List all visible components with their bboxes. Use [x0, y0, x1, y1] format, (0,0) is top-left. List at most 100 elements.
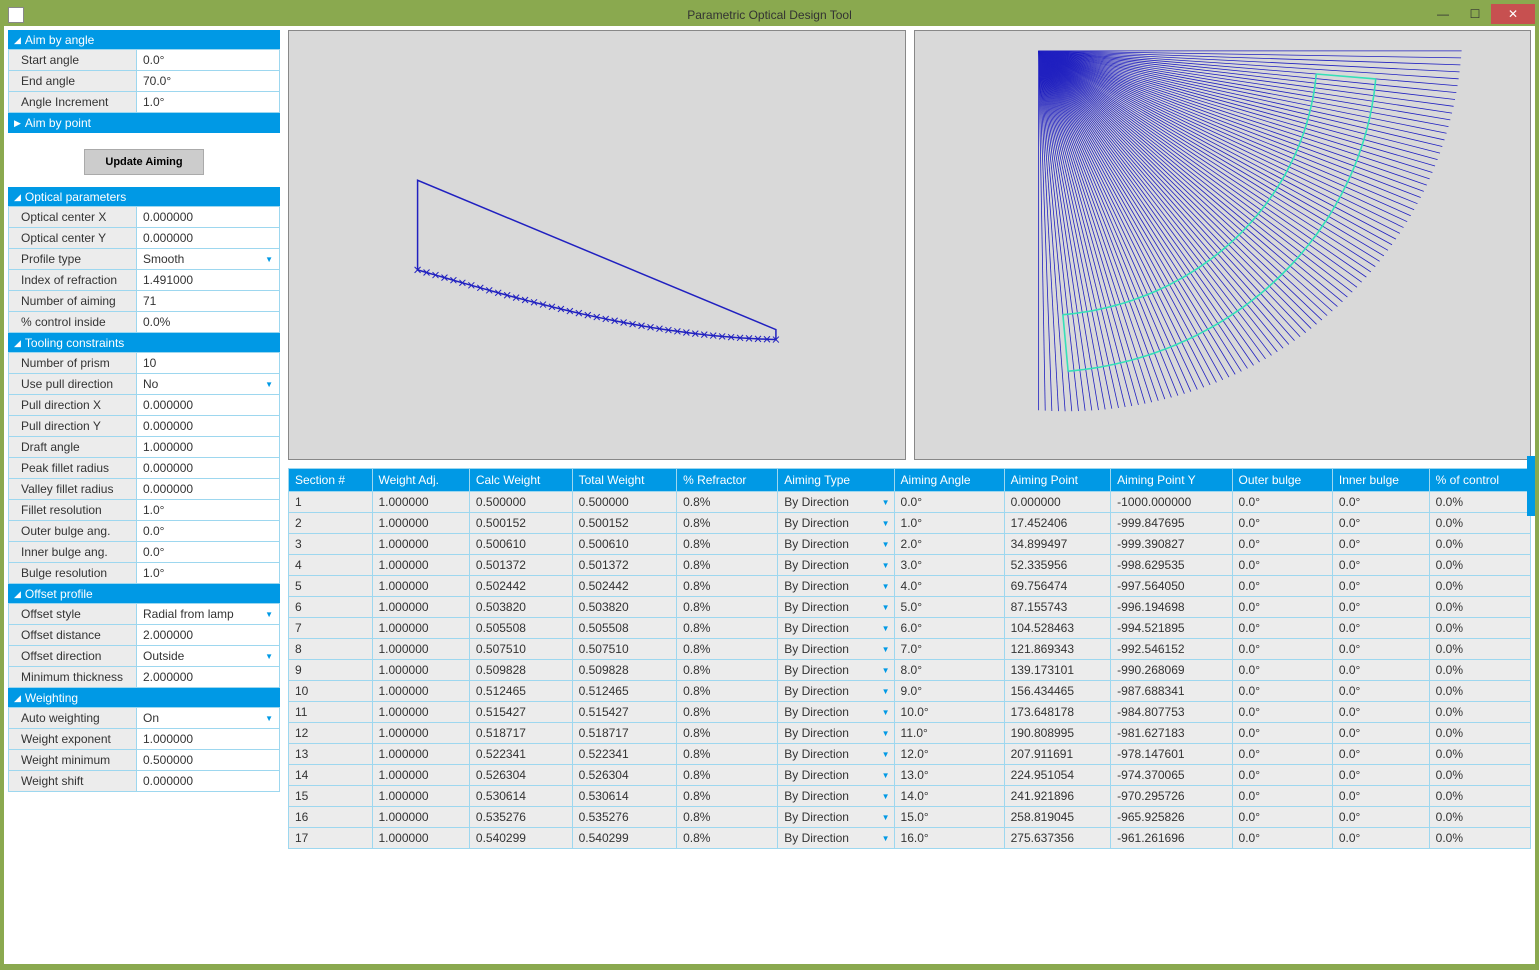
aiming-type-dropdown[interactable]: By Direction [778, 639, 893, 659]
table-cell[interactable]: 0.8% [677, 828, 777, 848]
offset-style-dropdown[interactable]: Radial from lamp [137, 604, 279, 624]
table-cell[interactable]: 0.0° [1233, 786, 1332, 806]
table-row[interactable]: 151.0000000.5306140.5306140.8%By Directi… [289, 786, 1530, 806]
table-cell[interactable]: 173.648178 [1005, 702, 1111, 722]
table-cell[interactable]: 0.0° [1233, 660, 1332, 680]
use-pull-direction-dropdown[interactable]: No [137, 374, 279, 394]
table-cell[interactable]: -998.629535 [1111, 555, 1231, 575]
table-cell[interactable]: 0.0° [1333, 660, 1429, 680]
table-cell[interactable]: -978.147601 [1111, 744, 1231, 764]
column-header[interactable]: Section # [289, 469, 372, 491]
table-cell[interactable]: 0.0% [1430, 597, 1530, 617]
table-cell[interactable]: 0.512465 [573, 681, 676, 701]
aiming-type-dropdown[interactable]: By Direction [778, 618, 893, 638]
table-cell[interactable]: 0.0° [1233, 555, 1332, 575]
table-cell[interactable]: 0.8% [677, 702, 777, 722]
table-row[interactable]: 91.0000000.5098280.5098280.8%By Directio… [289, 660, 1530, 680]
table-cell[interactable]: 1.000000 [373, 492, 469, 512]
table-cell[interactable]: 3.0° [895, 555, 1004, 575]
aiming-type-dropdown[interactable]: By Direction [778, 492, 893, 512]
table-cell[interactable]: 241.921896 [1005, 786, 1111, 806]
table-cell[interactable]: 1.0° [895, 513, 1004, 533]
table-cell[interactable]: 15 [289, 786, 372, 806]
table-cell[interactable]: 14.0° [895, 786, 1004, 806]
table-cell[interactable]: 0.0° [1233, 597, 1332, 617]
table-cell[interactable]: 34.899497 [1005, 534, 1111, 554]
table-cell[interactable]: 1.000000 [373, 828, 469, 848]
table-cell[interactable]: 0.507510 [573, 639, 676, 659]
table-cell[interactable]: 0.0% [1430, 702, 1530, 722]
table-cell[interactable]: 0.540299 [573, 828, 676, 848]
table-cell[interactable]: 3 [289, 534, 372, 554]
pull-direction-x-value[interactable]: 0.000000 [137, 395, 279, 415]
table-cell[interactable]: 0.0% [1430, 765, 1530, 785]
table-cell[interactable]: 0.503820 [573, 597, 676, 617]
table-cell[interactable]: 0.518717 [573, 723, 676, 743]
table-cell[interactable]: 0.0° [1233, 639, 1332, 659]
table-cell[interactable]: 0.0° [1333, 807, 1429, 827]
table-cell[interactable]: 2 [289, 513, 372, 533]
table-cell[interactable]: 0.512465 [470, 681, 572, 701]
table-cell[interactable]: 0.8% [677, 639, 777, 659]
aiming-type-dropdown[interactable]: By Direction [778, 660, 893, 680]
table-cell[interactable]: 0.8% [677, 555, 777, 575]
table-cell[interactable]: 0.0% [1430, 660, 1530, 680]
table-cell[interactable]: 1.000000 [373, 555, 469, 575]
aiming-type-dropdown[interactable]: By Direction [778, 576, 893, 596]
table-cell[interactable]: 0.0% [1430, 828, 1530, 848]
aiming-type-dropdown[interactable]: By Direction [778, 597, 893, 617]
column-header[interactable]: Outer bulge [1233, 469, 1332, 491]
inner-bulge-angle-value[interactable]: 0.0° [137, 542, 279, 562]
table-cell[interactable]: 17.452406 [1005, 513, 1111, 533]
aiming-type-dropdown[interactable]: By Direction [778, 828, 893, 848]
table-cell[interactable]: 10 [289, 681, 372, 701]
table-cell[interactable]: 0.0° [1333, 702, 1429, 722]
table-cell[interactable]: 1.000000 [373, 576, 469, 596]
table-cell[interactable]: 6.0° [895, 618, 1004, 638]
table-cell[interactable]: 52.335956 [1005, 555, 1111, 575]
aiming-type-dropdown[interactable]: By Direction [778, 723, 893, 743]
table-cell[interactable]: 13.0° [895, 765, 1004, 785]
table-cell[interactable]: 0.0° [1333, 765, 1429, 785]
table-cell[interactable]: 0.500610 [573, 534, 676, 554]
offset-direction-dropdown[interactable]: Outside [137, 646, 279, 666]
table-cell[interactable]: 0.522341 [573, 744, 676, 764]
table-cell[interactable]: 0.507510 [470, 639, 572, 659]
table-cell[interactable]: 0.8% [677, 765, 777, 785]
table-cell[interactable]: 0.0° [1233, 744, 1332, 764]
table-cell[interactable]: 0.0° [1233, 828, 1332, 848]
table-cell[interactable]: 17 [289, 828, 372, 848]
table-cell[interactable]: 1.000000 [373, 681, 469, 701]
table-cell[interactable]: -1000.000000 [1111, 492, 1231, 512]
table-cell[interactable]: 9 [289, 660, 372, 680]
table-cell[interactable]: 0.522341 [470, 744, 572, 764]
table-cell[interactable]: -992.546152 [1111, 639, 1231, 659]
optical-center-x-value[interactable]: 0.000000 [137, 207, 279, 227]
table-row[interactable]: 171.0000000.5402990.5402990.8%By Directi… [289, 828, 1530, 848]
table-row[interactable]: 11.0000000.5000000.5000000.8%By Directio… [289, 492, 1530, 512]
table-cell[interactable]: 14 [289, 765, 372, 785]
angle-increment-value[interactable]: 1.0° [137, 92, 279, 112]
table-cell[interactable]: 1.000000 [373, 513, 469, 533]
table-row[interactable]: 161.0000000.5352760.5352760.8%By Directi… [289, 807, 1530, 827]
table-cell[interactable]: 0.0° [1233, 723, 1332, 743]
draft-angle-value[interactable]: 1.000000 [137, 437, 279, 457]
table-cell[interactable]: 0.0° [1333, 828, 1429, 848]
table-cell[interactable]: 0.0% [1430, 744, 1530, 764]
table-cell[interactable]: 0.0° [1233, 576, 1332, 596]
table-cell[interactable]: 0.515427 [470, 702, 572, 722]
table-cell[interactable]: 4.0° [895, 576, 1004, 596]
table-cell[interactable]: 0.0% [1430, 534, 1530, 554]
table-cell[interactable]: 1.000000 [373, 660, 469, 680]
table-cell[interactable]: -987.688341 [1111, 681, 1231, 701]
table-cell[interactable]: 0.535276 [573, 807, 676, 827]
table-cell[interactable]: -974.370065 [1111, 765, 1231, 785]
table-cell[interactable]: 0.0° [895, 492, 1004, 512]
table-cell[interactable]: 10.0° [895, 702, 1004, 722]
table-cell[interactable]: 6 [289, 597, 372, 617]
table-cell[interactable]: 11 [289, 702, 372, 722]
ray-fan-plot[interactable] [914, 30, 1532, 460]
table-cell[interactable]: 0.501372 [470, 555, 572, 575]
scroll-thumb[interactable] [1527, 456, 1535, 516]
table-cell[interactable]: 16 [289, 807, 372, 827]
